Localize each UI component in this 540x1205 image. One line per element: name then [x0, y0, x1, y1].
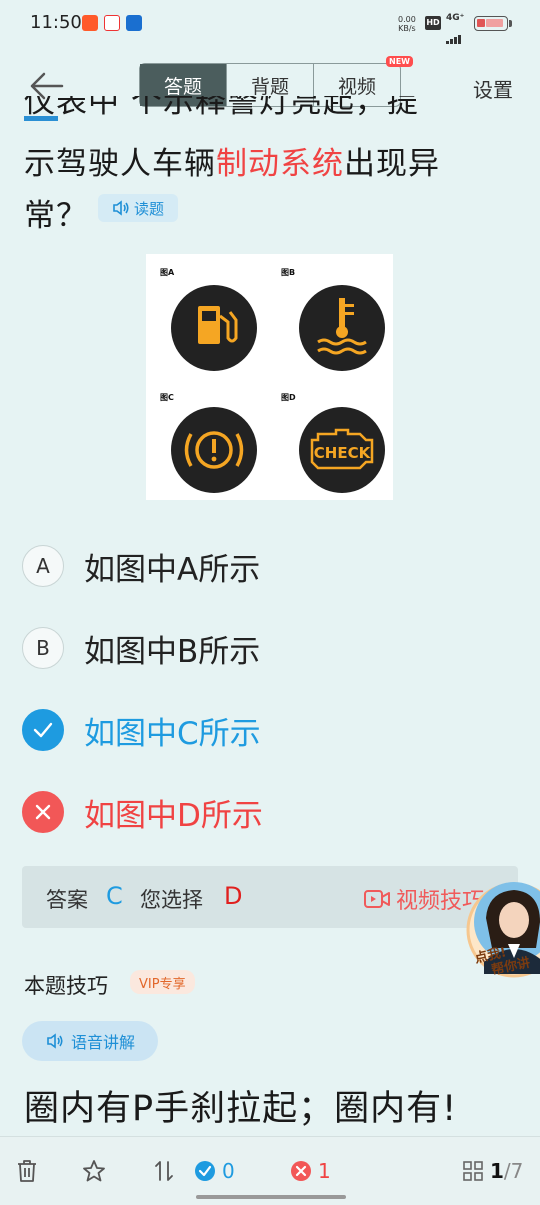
answer-summary: 答案 C 您选择 D 视频技巧 — [22, 866, 518, 928]
page-indicator: 1/7 — [490, 1159, 524, 1183]
correct-answer: C — [106, 882, 123, 910]
network-type: 4G⁺ — [446, 13, 465, 23]
question-number-badge — [24, 116, 58, 121]
question-line-partial: 仪表中 个示释警灯亮起，提 — [24, 96, 419, 116]
speaker-icon — [113, 200, 129, 216]
wrong-count[interactable]: 1 — [290, 1159, 331, 1183]
option-text: 如图中A所示 — [84, 551, 261, 588]
home-indicator — [196, 1195, 346, 1199]
grid-icon — [463, 1161, 483, 1181]
tip-text: 圈内有P手刹拉起；圈内有! — [24, 1089, 458, 1129]
delete-button[interactable] — [16, 1159, 38, 1183]
option-letter: A — [22, 545, 64, 587]
option-text: 如图中B所示 — [84, 633, 261, 670]
check-circle-icon — [195, 1161, 215, 1181]
question-keyword: 制动系统 — [216, 146, 344, 182]
favorite-button[interactable] — [82, 1159, 106, 1183]
swap-icon — [155, 1161, 173, 1181]
notification-app-icon — [104, 15, 120, 31]
notification-app-icon — [82, 15, 98, 31]
option-d[interactable]: 如图中D所示 — [22, 789, 522, 835]
switch-question-button[interactable] — [152, 1159, 176, 1183]
network-speed: 0.00 KB/s — [398, 15, 416, 33]
speaker-icon — [47, 1033, 63, 1049]
coolant-temperature-icon — [299, 285, 385, 371]
option-text: 如图中C所示 — [84, 715, 261, 752]
option-b[interactable]: B 如图中B所示 — [22, 625, 522, 671]
new-badge: NEW — [386, 56, 413, 67]
question-line: 示驾驶人车辆制动系统出现异 — [24, 146, 440, 182]
battery-icon — [474, 16, 508, 31]
voice-explain-button[interactable]: 语音讲解 — [22, 1021, 158, 1061]
chosen-label: 您选择 — [140, 888, 203, 912]
question-line: 常？ — [24, 198, 88, 234]
video-icon — [364, 890, 390, 908]
brake-system-icon — [171, 407, 257, 493]
option-c[interactable]: 如图中C所示 — [22, 707, 522, 753]
hd-icon: HD — [425, 16, 441, 30]
check-engine-icon: CHECK — [299, 407, 385, 493]
tips-title: 本题技巧 — [24, 974, 108, 998]
battery-tip — [509, 20, 512, 27]
option-text: 如图中D所示 — [84, 797, 263, 834]
close-icon — [22, 791, 64, 833]
status-bar: 11:50 0.00 KB/s HD 4G⁺ — [0, 0, 540, 48]
settings-button[interactable]: 设置 — [473, 74, 513, 103]
notification-app-icon — [126, 15, 142, 31]
vip-badge: VIP专享 — [130, 970, 195, 994]
cross-circle-icon — [291, 1161, 311, 1181]
read-question-button[interactable]: 读题 — [98, 194, 178, 222]
signal-icon — [446, 25, 462, 44]
star-icon — [83, 1160, 105, 1182]
option-letter: B — [22, 627, 64, 669]
check-icon — [22, 709, 64, 751]
tutor-avatar-button[interactable]: 点我! 帮你讲 — [464, 878, 540, 986]
trash-icon — [18, 1160, 36, 1182]
question-index-button[interactable]: 1/7 — [462, 1159, 523, 1183]
chosen-answer: D — [224, 882, 243, 910]
svg-text:CHECK: CHECK — [314, 444, 372, 462]
answer-label: 答案 — [46, 888, 88, 912]
fuel-warning-icon — [171, 285, 257, 371]
option-a[interactable]: A 如图中A所示 — [22, 543, 522, 589]
status-time: 11:50 — [30, 12, 82, 33]
correct-count[interactable]: 0 — [194, 1159, 235, 1183]
question-image: 图A 图B 图C 图D CHECK — [146, 254, 393, 500]
